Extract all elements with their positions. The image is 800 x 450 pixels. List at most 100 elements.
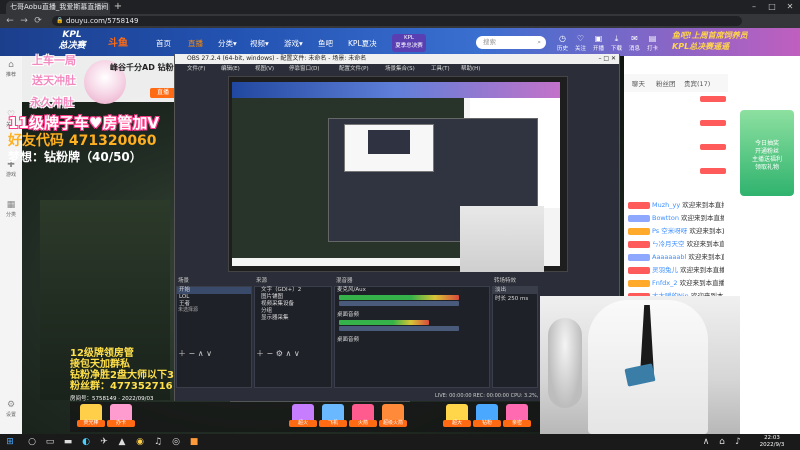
follow-button[interactable]: ♡ 关注 [572, 34, 589, 52]
mixer-dock: 麦克风/Aux 桌面音频 桌面音频 [334, 286, 490, 388]
menu-profile[interactable]: 配置文件(P) [339, 64, 369, 74]
edge-icon[interactable]: ◐ [80, 436, 92, 448]
folder-icon[interactable]: ▬ [62, 436, 74, 448]
tab-title: 七哥Aobu直播_我爱斯慕直播间 [10, 3, 109, 11]
tray-arrow-icon[interactable]: ∧ [700, 436, 712, 448]
nav-kpl-final[interactable]: KPL夏决 [348, 38, 377, 49]
task-view-icon[interactable]: ▭ [44, 436, 56, 448]
sidebar-item-category[interactable]: ▦ 分类 [2, 200, 20, 218]
source-item[interactable]: 文字（GDI+）2 [255, 287, 331, 294]
scene-item[interactable]: 开始 [177, 287, 251, 294]
gift-label: 飞机 [319, 420, 347, 427]
app-icon[interactable]: ♫ [152, 436, 164, 448]
mail-icon: ✉ [631, 34, 638, 43]
nav-yuba[interactable]: 鱼吧 [318, 38, 333, 49]
sidebar-item-recommend[interactable]: ⌂ 推荐 [2, 60, 20, 78]
add-scene-button[interactable]: ＋ − ∧ ∨ [178, 348, 212, 359]
source-item[interactable]: 视频采集设备 [255, 301, 331, 308]
menu-help[interactable]: 帮助(H) [461, 64, 480, 74]
windows-start-icon[interactable]: ⊞ [4, 436, 16, 448]
chat-row: Ps 空米呀呀 欢迎来到本直播间 [628, 226, 724, 236]
source-item[interactable]: 图片铺图 [255, 294, 331, 301]
taskbar-clock[interactable]: 22:03 2022/9/3 [752, 435, 792, 449]
close-tab-icon[interactable]: × [100, 1, 106, 14]
app-icon[interactable]: ▲ [116, 436, 128, 448]
menu-view[interactable]: 视图(V) [255, 64, 274, 74]
fan-medal [628, 253, 650, 261]
broadcast-button[interactable]: ▣ 开播 [590, 34, 607, 52]
home-icon: ⌂ [8, 60, 14, 70]
history-button[interactable]: ◷ 历史 [554, 34, 571, 52]
menu-edit[interactable]: 编辑(E) [221, 64, 240, 74]
douyu-logo[interactable]: 斗鱼 [108, 34, 136, 49]
checkin-button[interactable]: ▤ 打卡 [644, 34, 661, 52]
nav-video[interactable]: 视频▾ [250, 38, 269, 49]
nav-category[interactable]: 分类▾ [218, 38, 237, 49]
search-icon[interactable]: ○ [26, 436, 38, 448]
transition-duration[interactable]: 时长 250 ms [493, 296, 537, 303]
menu-docks[interactable]: 停靠窗口(D) [289, 64, 320, 74]
volume-slider[interactable] [339, 301, 459, 306]
browser-tab[interactable]: 七哥Aobu直播_我爱斯慕直播间 × [6, 1, 110, 14]
transitions-dock: 淡出 时长 250 ms [492, 286, 538, 388]
network-icon[interactable]: ⌂ [716, 436, 728, 448]
message-button[interactable]: ✉ 消息 [626, 34, 643, 52]
kpl-banner-right[interactable]: 鱼吧!上周首席饲养员 KPL总决赛遥遥 [672, 30, 782, 54]
obs-titlebar[interactable]: OBS 27.2.4 (64-bit, windows) - 配置文件: 未命名… [175, 54, 619, 64]
rank-medal [700, 120, 726, 126]
nested-header [232, 82, 560, 98]
live-tag: 直播 [150, 88, 176, 98]
kpl-badge[interactable]: KPL 夏季总决赛 [392, 34, 426, 52]
chevron-down-icon: ▾ [299, 39, 303, 48]
obs-icon[interactable]: ◎ [170, 436, 182, 448]
menu-file[interactable]: 文件(F) [187, 64, 205, 74]
source-item[interactable]: 显示器采集 [255, 315, 331, 322]
nav-live[interactable]: 直播 [188, 38, 203, 49]
chat-row: Fnfdx_2 欢迎来到本直播间 [628, 278, 724, 288]
dock-title-mixer: 混音器 [336, 278, 353, 284]
nav-home[interactable]: 首页 [156, 38, 171, 49]
fan-medal [628, 266, 650, 274]
transition-select[interactable]: 淡出 [493, 287, 537, 294]
kpl-banner-left[interactable]: KPL 总决赛 [52, 30, 92, 54]
close-icon[interactable]: – □ ✕ [598, 54, 616, 64]
url-bar[interactable]: 🔒 douyu.com/5758149 [52, 16, 742, 26]
reload-button[interactable]: ⟳ [32, 14, 44, 28]
sources-dock: 文字（GDI+）2 图片铺图 视频采集设备 分组 显示器采集 [254, 286, 332, 388]
fan-medal [628, 201, 650, 209]
volume-slider[interactable] [339, 326, 459, 331]
chrome-icon[interactable]: ◉ [134, 436, 146, 448]
volume-icon[interactable]: ♪ [732, 436, 744, 448]
nav-game[interactable]: 游戏▾ [284, 38, 303, 49]
search-icon[interactable]: ⌕ [537, 36, 541, 49]
menu-scene-collection[interactable]: 场景集合(S) [385, 64, 415, 74]
chat-row: Aaaaaaabl 欢迎来到本直播间 [628, 252, 724, 262]
minimize-button[interactable]: – [746, 0, 762, 14]
app-icon[interactable]: ■ [188, 436, 200, 448]
tab-chat[interactable]: 聊天 [628, 78, 649, 88]
forward-button[interactable]: → [18, 14, 30, 28]
sidebar-item-settings[interactable]: ⚙ 设置 [2, 400, 20, 418]
new-tab-button[interactable]: + [112, 1, 124, 13]
tab-fans[interactable]: 粉丝团 [652, 78, 680, 88]
back-button[interactable]: ← [4, 14, 16, 28]
chat-row: ㄣ冷月天空 欢迎来到本直播间 [628, 239, 724, 249]
source-item[interactable]: 分组 [255, 308, 331, 315]
add-source-button[interactable]: ＋ − ⚙ ∧ ∨ [256, 348, 300, 359]
download-button[interactable]: ⤓ 下载 [608, 34, 625, 52]
app-icon[interactable]: ✈ [98, 436, 110, 448]
tab-vip[interactable]: 贵宾(17) [680, 78, 714, 88]
mixer-channel-label: 麦克风/Aux [337, 287, 366, 293]
rank-medal [700, 96, 726, 102]
rank-medal [700, 168, 726, 174]
dock-title-sources: 来源 [256, 278, 268, 284]
promo-banner[interactable]: 今日抽奖 开通粉丝 主播送福利 领取礼物 [740, 110, 794, 196]
menu-tools[interactable]: 工具(T) [431, 64, 450, 74]
scene-item[interactable]: LOL [177, 294, 251, 301]
maximize-button[interactable]: □ [764, 0, 780, 14]
chat-row: 灵羽兔儿 欢迎来到本直播间 [628, 265, 724, 275]
close-window-button[interactable]: ✕ [782, 0, 798, 14]
overlay-text-2: 送天冲肚 [32, 74, 76, 87]
mixer-channel-label: 桌面音频 [337, 337, 360, 343]
search-input[interactable]: 搜索 ⌕ [476, 36, 546, 49]
